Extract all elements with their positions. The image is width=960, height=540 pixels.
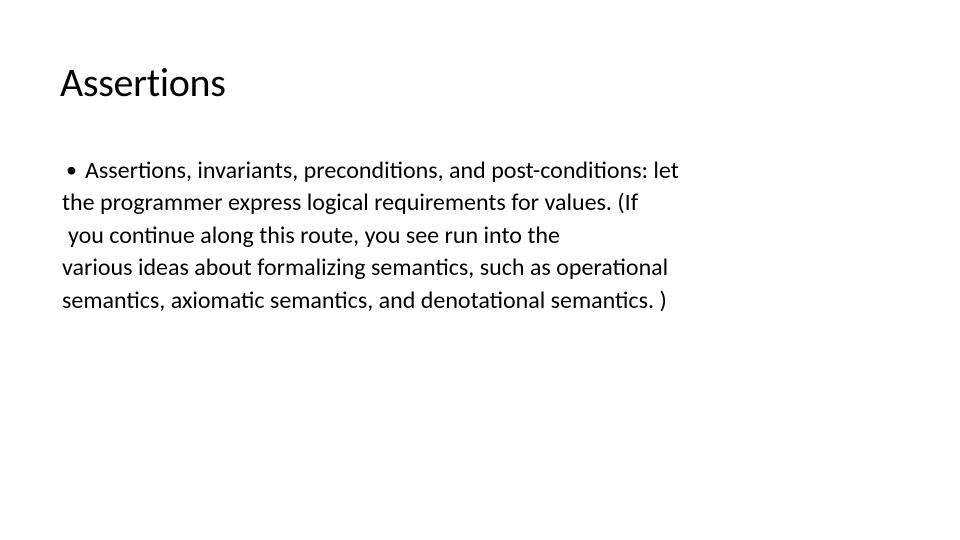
slide-container: Assertions • Assertions, invariants, pre…	[0, 0, 960, 540]
bullet-marker-icon: •	[66, 155, 77, 187]
bullet-line-1: Assertions, invariants, preconditions, a…	[85, 155, 679, 187]
body-line-5: semantics, axiomatic semantics, and deno…	[60, 285, 900, 317]
body-line-4: various ideas about formalizing semantic…	[60, 252, 900, 284]
slide-body: • Assertions, invariants, preconditions,…	[60, 155, 900, 317]
slide-title: Assertions	[60, 58, 900, 107]
body-line-3: you continue along this route, you see r…	[60, 220, 900, 252]
bullet-item: • Assertions, invariants, preconditions,…	[60, 155, 900, 187]
body-line-2: the programmer express logical requireme…	[60, 187, 900, 219]
